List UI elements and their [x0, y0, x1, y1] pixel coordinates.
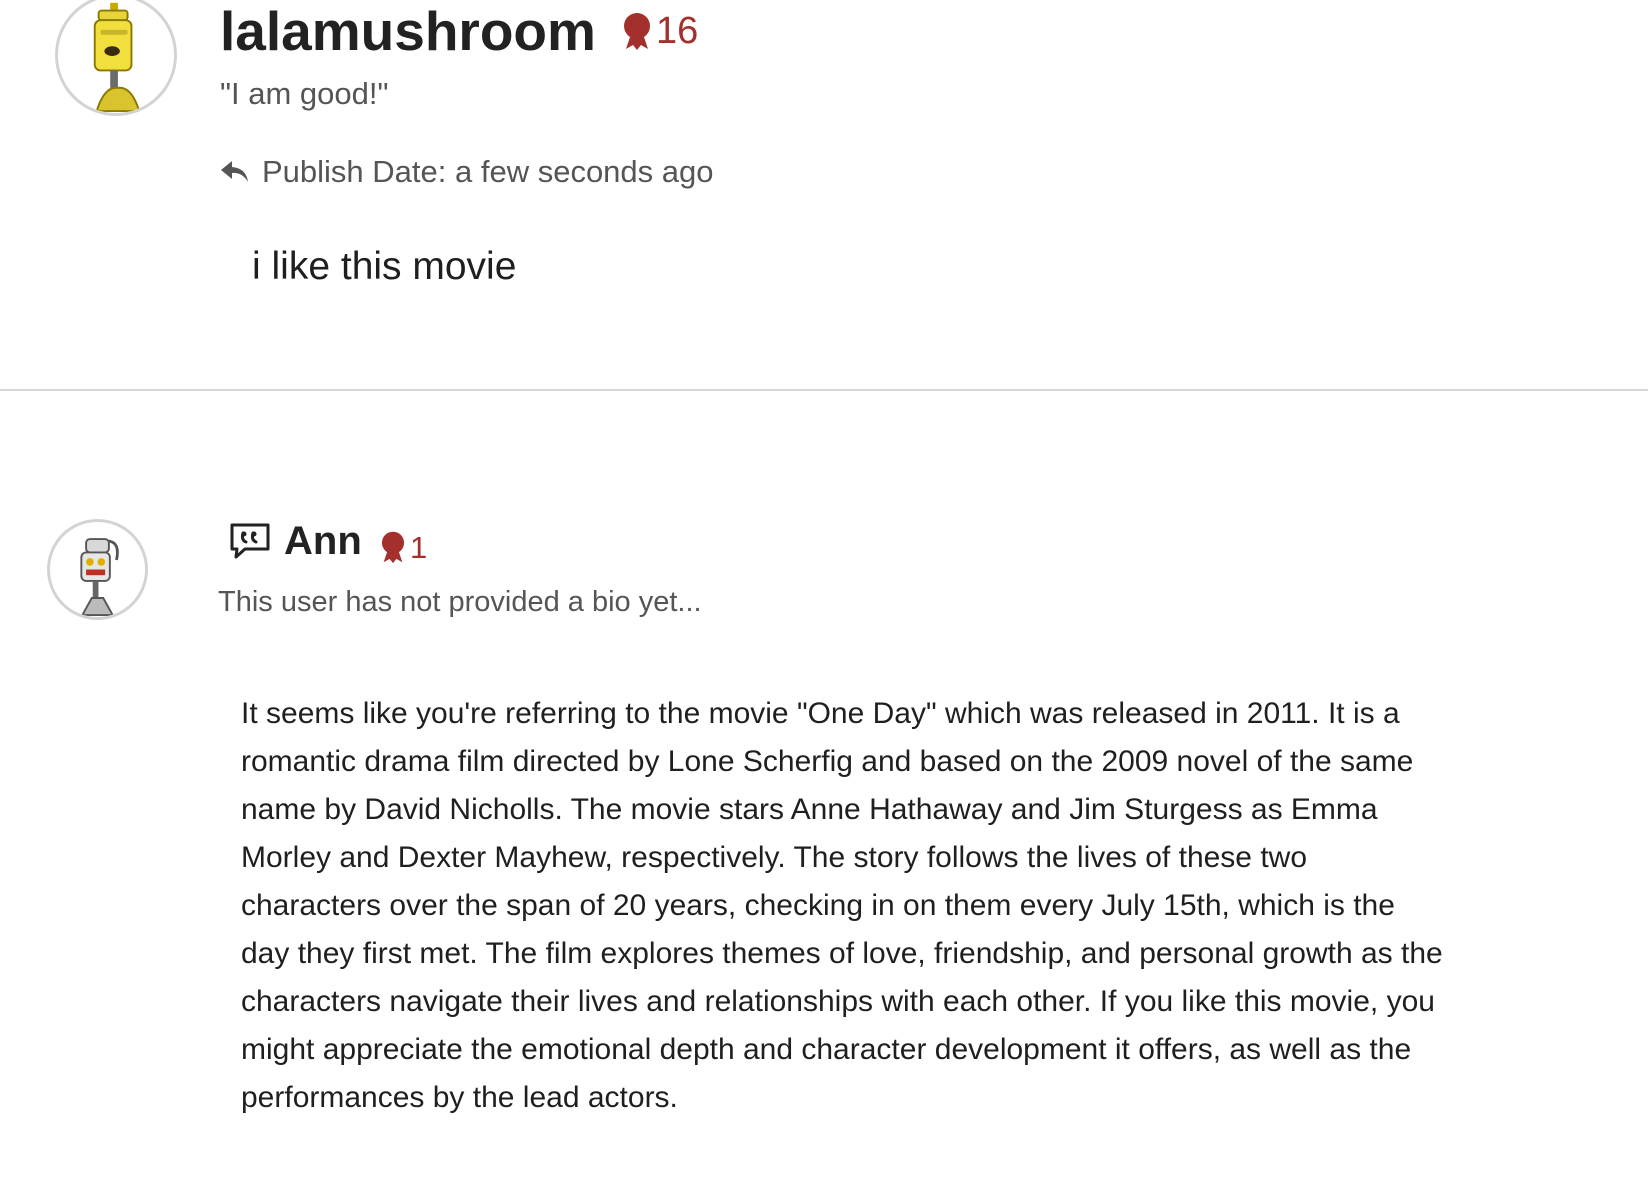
reputation-count: 16	[656, 10, 699, 52]
comment-text: i like this movie	[252, 245, 517, 288]
reply-arrow-icon[interactable]	[220, 159, 250, 185]
avatar[interactable]	[47, 519, 148, 620]
publish-date: Publish Date: a few seconds ago	[220, 156, 714, 187]
comment-divider	[0, 389, 1648, 391]
award-ribbon-icon	[624, 13, 650, 50]
reputation-badge: 16	[622, 11, 698, 51]
username-row: Ann	[229, 521, 362, 561]
user-bio: "I am good!"	[220, 76, 389, 111]
username[interactable]: Ann	[284, 521, 362, 561]
avatar[interactable]	[55, 0, 177, 116]
quote-speech-bubble-icon	[230, 523, 270, 559]
publish-date-label: Publish Date: a few seconds ago	[262, 154, 714, 189]
reputation-count: 1	[410, 529, 428, 565]
grey-robot-avatar-icon	[50, 522, 145, 617]
user-bio: This user has not provided a bio yet...	[218, 586, 702, 618]
yellow-robot-avatar-icon	[58, 0, 174, 113]
reputation-badge: 1	[380, 530, 427, 564]
award-ribbon-icon	[381, 531, 405, 564]
username[interactable]: lalamushroom	[220, 4, 596, 59]
comment-text: It seems like you're referring to the mo…	[241, 697, 1443, 1114]
